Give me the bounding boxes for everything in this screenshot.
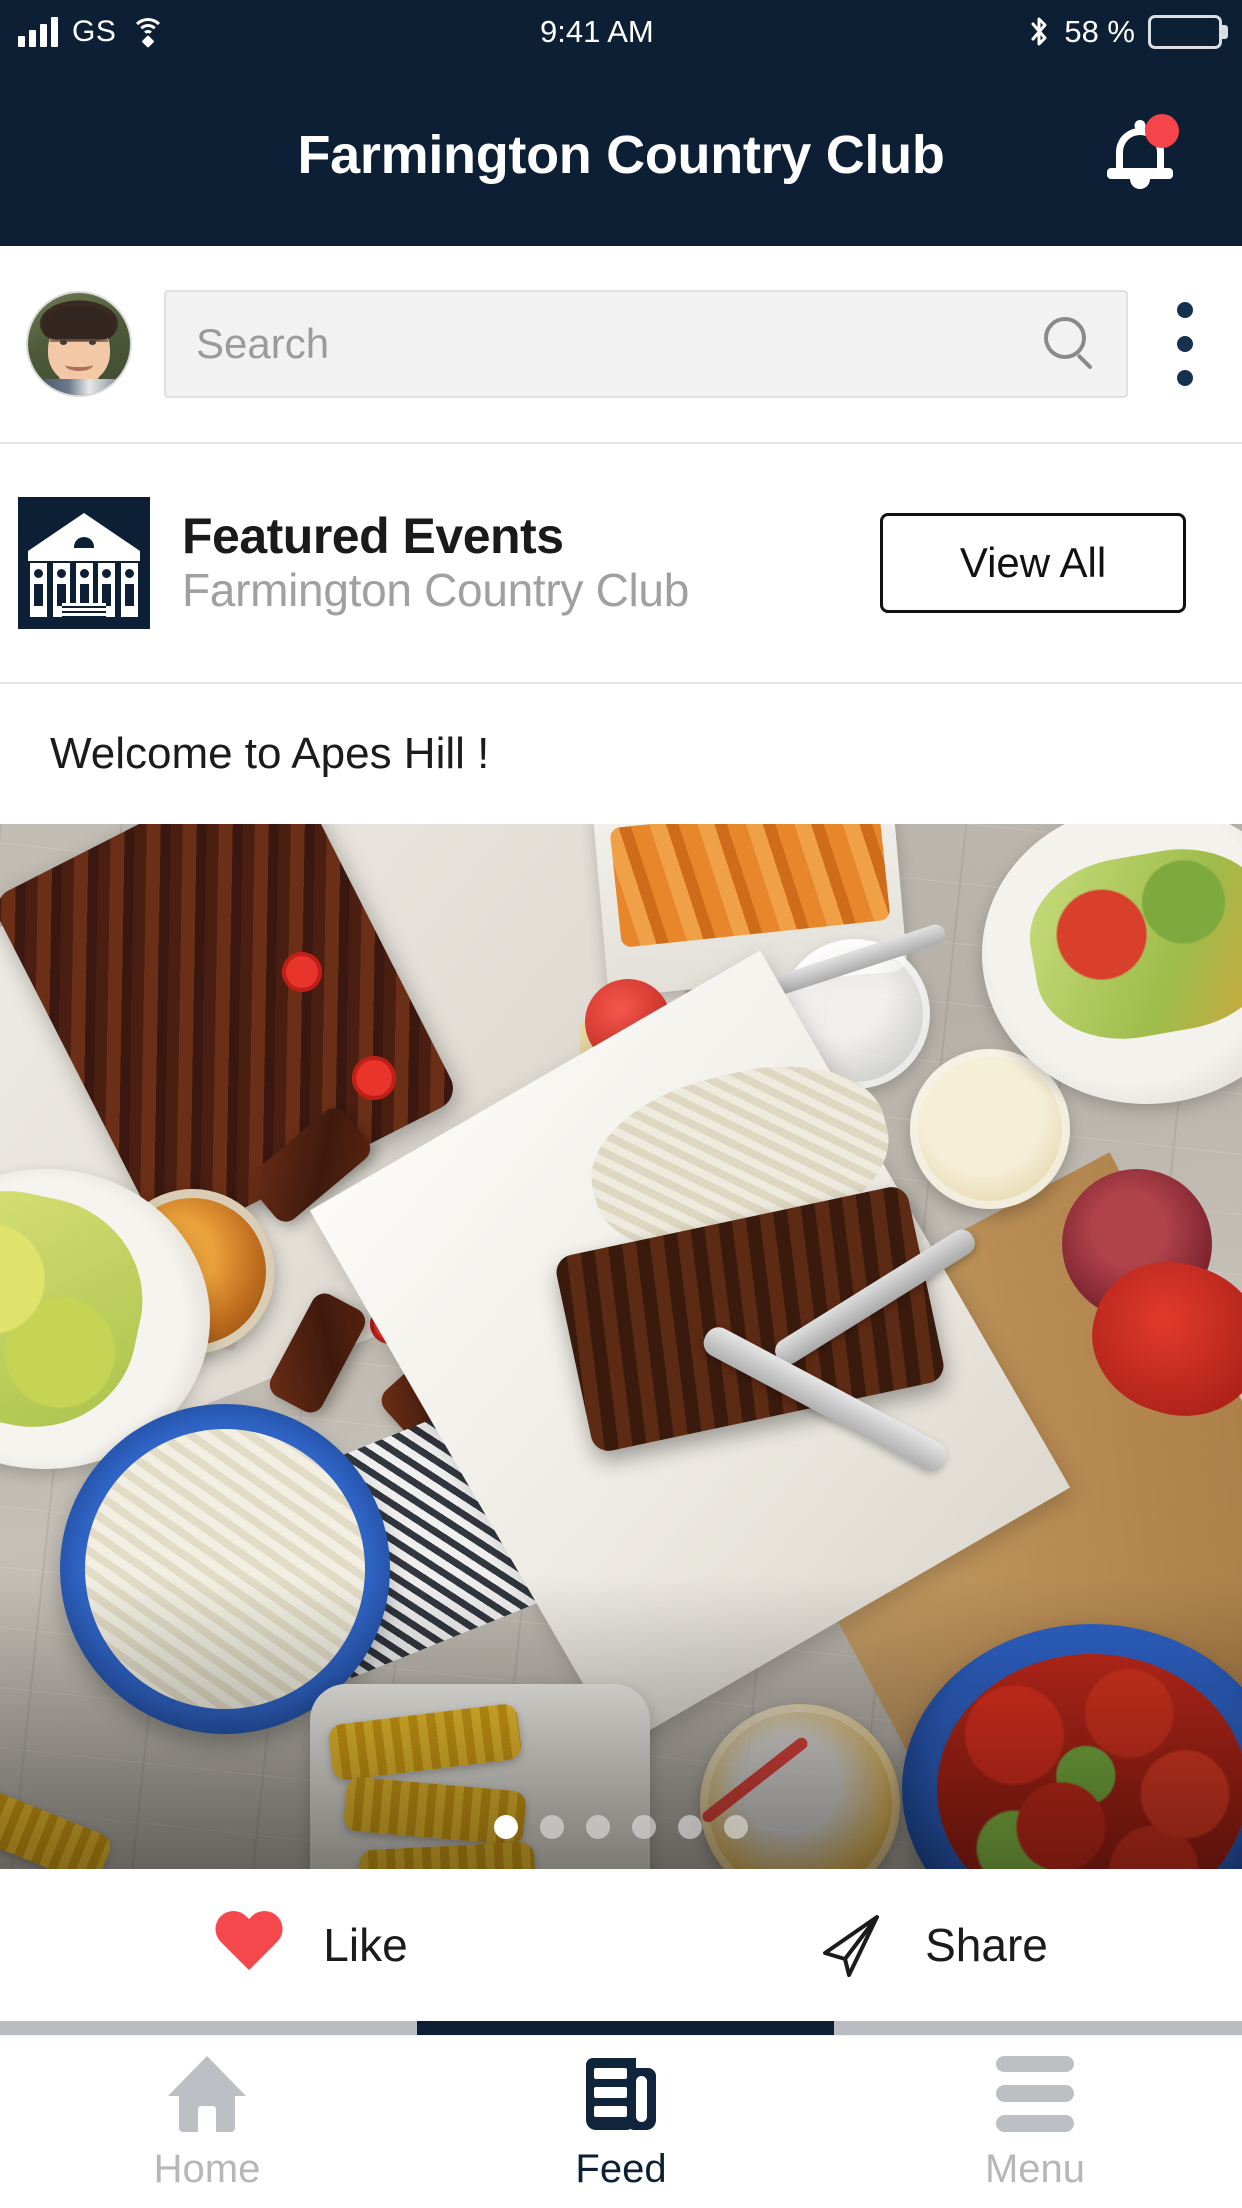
bottom-navigation: Home Feed Menu	[0, 2035, 1242, 2208]
hamburger-menu-icon	[993, 2053, 1077, 2135]
search-icon[interactable]	[1042, 317, 1096, 371]
nav-item-home[interactable]: Home	[0, 2036, 414, 2208]
more-vertical-icon[interactable]	[1154, 284, 1216, 404]
status-bar-clock: 9:41 AM	[539, 14, 654, 49]
battery-percent-label: 58 %	[1064, 14, 1135, 49]
featured-events-subtitle: Farmington Country Club	[182, 564, 689, 617]
battery-icon	[1148, 15, 1222, 49]
post-caption: Welcome to Apes Hill !	[0, 684, 1242, 824]
club-crest-icon	[18, 497, 150, 629]
carousel-indicator[interactable]	[0, 1815, 1242, 1839]
search-input[interactable]	[196, 320, 1042, 368]
status-bar-left: GS	[0, 15, 166, 48]
post-image[interactable]	[0, 824, 1242, 1869]
newspaper-icon	[579, 2053, 663, 2135]
view-all-button[interactable]: View All	[880, 513, 1186, 613]
send-icon	[815, 1909, 887, 1981]
like-button[interactable]: Like	[0, 1869, 621, 2021]
home-icon	[165, 2053, 249, 2135]
avatar[interactable]	[26, 291, 132, 397]
nav-item-feed[interactable]: Feed	[414, 2036, 828, 2208]
notifications-button[interactable]	[1094, 109, 1186, 201]
status-bar: GS 9:41 AM 58 %	[0, 0, 1242, 64]
carrier-label: GS	[72, 15, 117, 48]
carousel-dot[interactable]	[724, 1815, 748, 1839]
scroll-thumb[interactable]	[417, 2021, 834, 2035]
status-bar-right: 58 %	[1027, 14, 1242, 50]
search-box[interactable]	[164, 290, 1128, 398]
nav-label-menu: Menu	[984, 2146, 1086, 2191]
like-label: Like	[323, 1919, 408, 1971]
app-header: Farmington Country Club	[0, 64, 1242, 246]
carousel-dot[interactable]	[632, 1815, 656, 1839]
nav-item-menu[interactable]: Menu	[828, 2036, 1242, 2208]
featured-events-row: Featured Events Farmington Country Club …	[0, 444, 1242, 684]
notification-badge	[1145, 114, 1179, 148]
share-label: Share	[925, 1919, 1048, 1971]
app-screen: GS 9:41 AM 58 % Farmington Country Club	[0, 0, 1242, 2208]
wifi-icon	[130, 18, 166, 48]
carousel-dot[interactable]	[494, 1815, 518, 1839]
share-button[interactable]: Share	[621, 1869, 1242, 2021]
page-title: Farmington Country Club	[297, 125, 945, 185]
bluetooth-icon	[1027, 15, 1051, 49]
bell-icon	[1107, 114, 1179, 190]
signal-bars-icon	[18, 17, 58, 47]
scroll-indicator[interactable]	[0, 2021, 1242, 2035]
carousel-dot[interactable]	[586, 1815, 610, 1839]
carousel-dot[interactable]	[540, 1815, 564, 1839]
post-actions: Like Share	[0, 1869, 1242, 2021]
featured-events-title: Featured Events	[182, 508, 564, 565]
search-row	[0, 246, 1242, 444]
heart-icon	[213, 1912, 285, 1978]
image-vignette	[0, 824, 1242, 1869]
featured-events-text: Featured Events Farmington Country Club	[150, 509, 880, 617]
nav-label-home: Home	[153, 2146, 261, 2191]
nav-label-feed: Feed	[575, 2146, 667, 2191]
carousel-dot[interactable]	[678, 1815, 702, 1839]
